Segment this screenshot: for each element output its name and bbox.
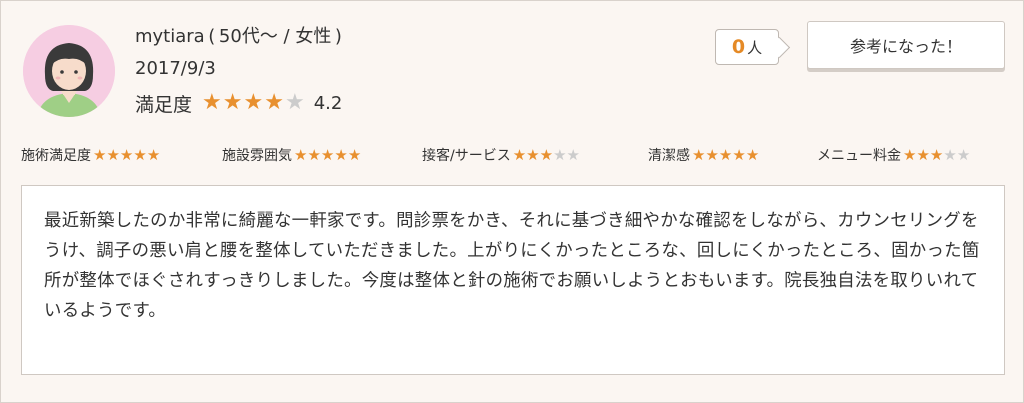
star-icon: ★ bbox=[553, 145, 567, 164]
category-label: 接客/サービス bbox=[422, 148, 511, 164]
star-icon: ★ bbox=[566, 145, 580, 164]
category-label: メニュー料金 bbox=[817, 148, 901, 164]
star-icon: ★ bbox=[512, 145, 527, 164]
category-rating: メニュー料金 ★ ★ ★ ★ ★ bbox=[817, 143, 970, 167]
satisfaction-stars: ★ ★ ★ ★ ★ bbox=[202, 92, 306, 114]
review-comment-text: 最近新築したのか非常に綺麗な一軒家です。問診票をかき、それに基づき細やかな確認を… bbox=[44, 211, 980, 321]
review-card: mytiara ( 50代〜 / 女性 ) 2017/9/3 満足度 ★ ★ ★ ★ ★… bbox=[0, 0, 1024, 403]
star-icon: ★ bbox=[264, 90, 284, 115]
category-label: 施術満足度 bbox=[21, 148, 91, 164]
category-rating: 接客/サービス ★ ★ ★ ★ ★ bbox=[422, 143, 580, 167]
star-icon: ★ bbox=[307, 145, 321, 164]
star-icon: ★ bbox=[119, 145, 134, 164]
category-rating: 施術満足度 ★ ★ ★ ★ ★ bbox=[21, 143, 160, 167]
category-rating: 施設雰囲気 ★ ★ ★ ★ ★ bbox=[222, 143, 361, 167]
helpful-count-badge: 0 人 bbox=[715, 29, 779, 65]
star-icon: ★ bbox=[133, 145, 147, 164]
category-rating: 清潔感 ★ ★ ★ ★ ★ bbox=[648, 143, 759, 167]
star-icon: ★ bbox=[903, 145, 917, 164]
satisfaction-rating: 満足度 ★ ★ ★ ★ ★ 4.2 bbox=[135, 87, 342, 119]
star-icon: ★ bbox=[202, 90, 222, 115]
star-icon: ★ bbox=[284, 90, 305, 115]
review-date: 2017/9/3 bbox=[135, 58, 216, 79]
star-icon: ★ bbox=[222, 90, 243, 115]
helpful-count: 0 bbox=[731, 36, 746, 58]
star-icon: ★ bbox=[943, 145, 957, 164]
star-icon: ★ bbox=[692, 145, 706, 164]
star-icon: ★ bbox=[916, 145, 930, 164]
star-icon: ★ bbox=[243, 90, 264, 115]
satisfaction-value: 4.2 bbox=[313, 92, 343, 114]
female-avatar-icon bbox=[23, 25, 115, 117]
category-label: 清潔感 bbox=[648, 148, 690, 164]
helpful-count-unit: 人 bbox=[747, 38, 763, 57]
category-label: 施設雰囲気 bbox=[222, 148, 292, 164]
star-icon: ★ bbox=[526, 145, 540, 164]
review-comment-box: 最近新築したのか非常に綺麗な一軒家です。問診票をかき、それに基づき細やかな確認を… bbox=[21, 185, 1005, 375]
category-ratings: 施術満足度 ★ ★ ★ ★ ★ 施設雰囲気 ★ ★ ★ ★ ★ 接客/サービス ★ ★ ★ ★ ★ 清潔感 ★ ★ ★ ★ ★… bbox=[21, 143, 1011, 167]
star-icon: ★ bbox=[294, 145, 308, 164]
star-icon: ★ bbox=[320, 145, 335, 164]
star-icon: ★ bbox=[745, 145, 760, 164]
star-icon: ★ bbox=[146, 145, 161, 164]
star-icon: ★ bbox=[929, 145, 944, 164]
star-icon: ★ bbox=[705, 145, 719, 164]
star-icon: ★ bbox=[93, 145, 107, 164]
star-icon: ★ bbox=[732, 145, 746, 164]
star-icon: ★ bbox=[718, 145, 733, 164]
reviewer-name: mytiara ( 50代〜 / 女性 ) bbox=[135, 26, 342, 47]
reviewer-info: mytiara ( 50代〜 / 女性 ) 2017/9/3 満足度 ★ ★ ★ ★ ★… bbox=[135, 23, 342, 119]
helpful-button[interactable]: 参考になった！ bbox=[807, 21, 1005, 69]
star-icon: ★ bbox=[539, 145, 554, 164]
star-icon: ★ bbox=[956, 145, 971, 164]
satisfaction-label: 満足度 bbox=[135, 93, 193, 116]
star-icon: ★ bbox=[347, 145, 362, 164]
star-icon: ★ bbox=[106, 145, 120, 164]
star-icon: ★ bbox=[334, 145, 348, 164]
